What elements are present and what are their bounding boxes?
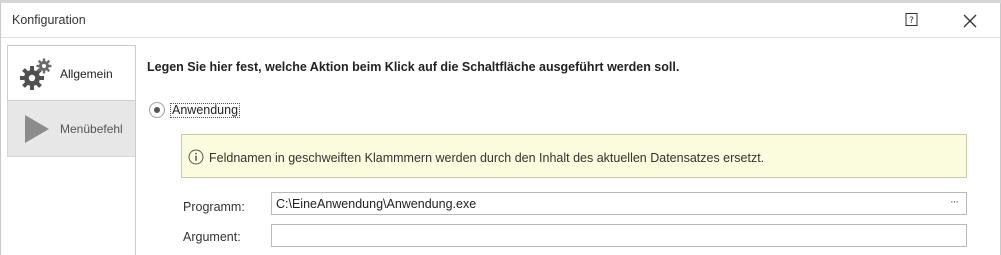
browse-button[interactable]: ··· (946, 195, 962, 212)
tab-strip: Allgemein Menübefehl (1, 45, 135, 255)
play-icon (25, 115, 49, 143)
page-heading: Legen Sie hier fest, welche Aktion beim … (147, 60, 680, 74)
programm-label: Programm: (183, 200, 245, 214)
panel-border (135, 45, 136, 255)
argument-field[interactable] (271, 224, 967, 247)
info-box: Feldnamen in geschweiften Klammmern werd… (181, 134, 967, 178)
tab-menuebefehl[interactable]: Menübefehl (7, 101, 135, 157)
programm-value: C:\EineAnwendung\Anwendung.exe (276, 197, 477, 211)
gears-icon (20, 58, 52, 90)
close-button[interactable] (959, 10, 981, 32)
configuration-dialog: Konfiguration ? Allgemein Menübefehl Leg… (0, 3, 1001, 255)
title-separator (1, 37, 1000, 38)
svg-text:?: ? (909, 16, 914, 26)
argument-label: Argument: (183, 230, 241, 244)
title-bar: Konfiguration ? (1, 3, 1000, 37)
radio-button[interactable] (149, 102, 165, 118)
radio-anwendung-label[interactable]: Anwendung (170, 103, 241, 118)
help-button[interactable]: ? (904, 12, 920, 28)
info-text: Feldnamen in geschweiften Klammmern werd… (209, 151, 765, 165)
tab-allgemein[interactable]: Allgemein (7, 45, 135, 101)
close-icon (963, 14, 977, 28)
radio-selected-dot (154, 107, 160, 113)
tab-allgemein-label: Allgemein (60, 67, 113, 81)
tab-menuebefehl-label: Menübefehl (60, 122, 123, 136)
window-title: Konfiguration (12, 13, 86, 27)
programm-field[interactable]: C:\EineAnwendung\Anwendung.exe ··· (271, 192, 967, 215)
help-question-icon: ? (905, 13, 918, 26)
info-icon (188, 149, 204, 165)
